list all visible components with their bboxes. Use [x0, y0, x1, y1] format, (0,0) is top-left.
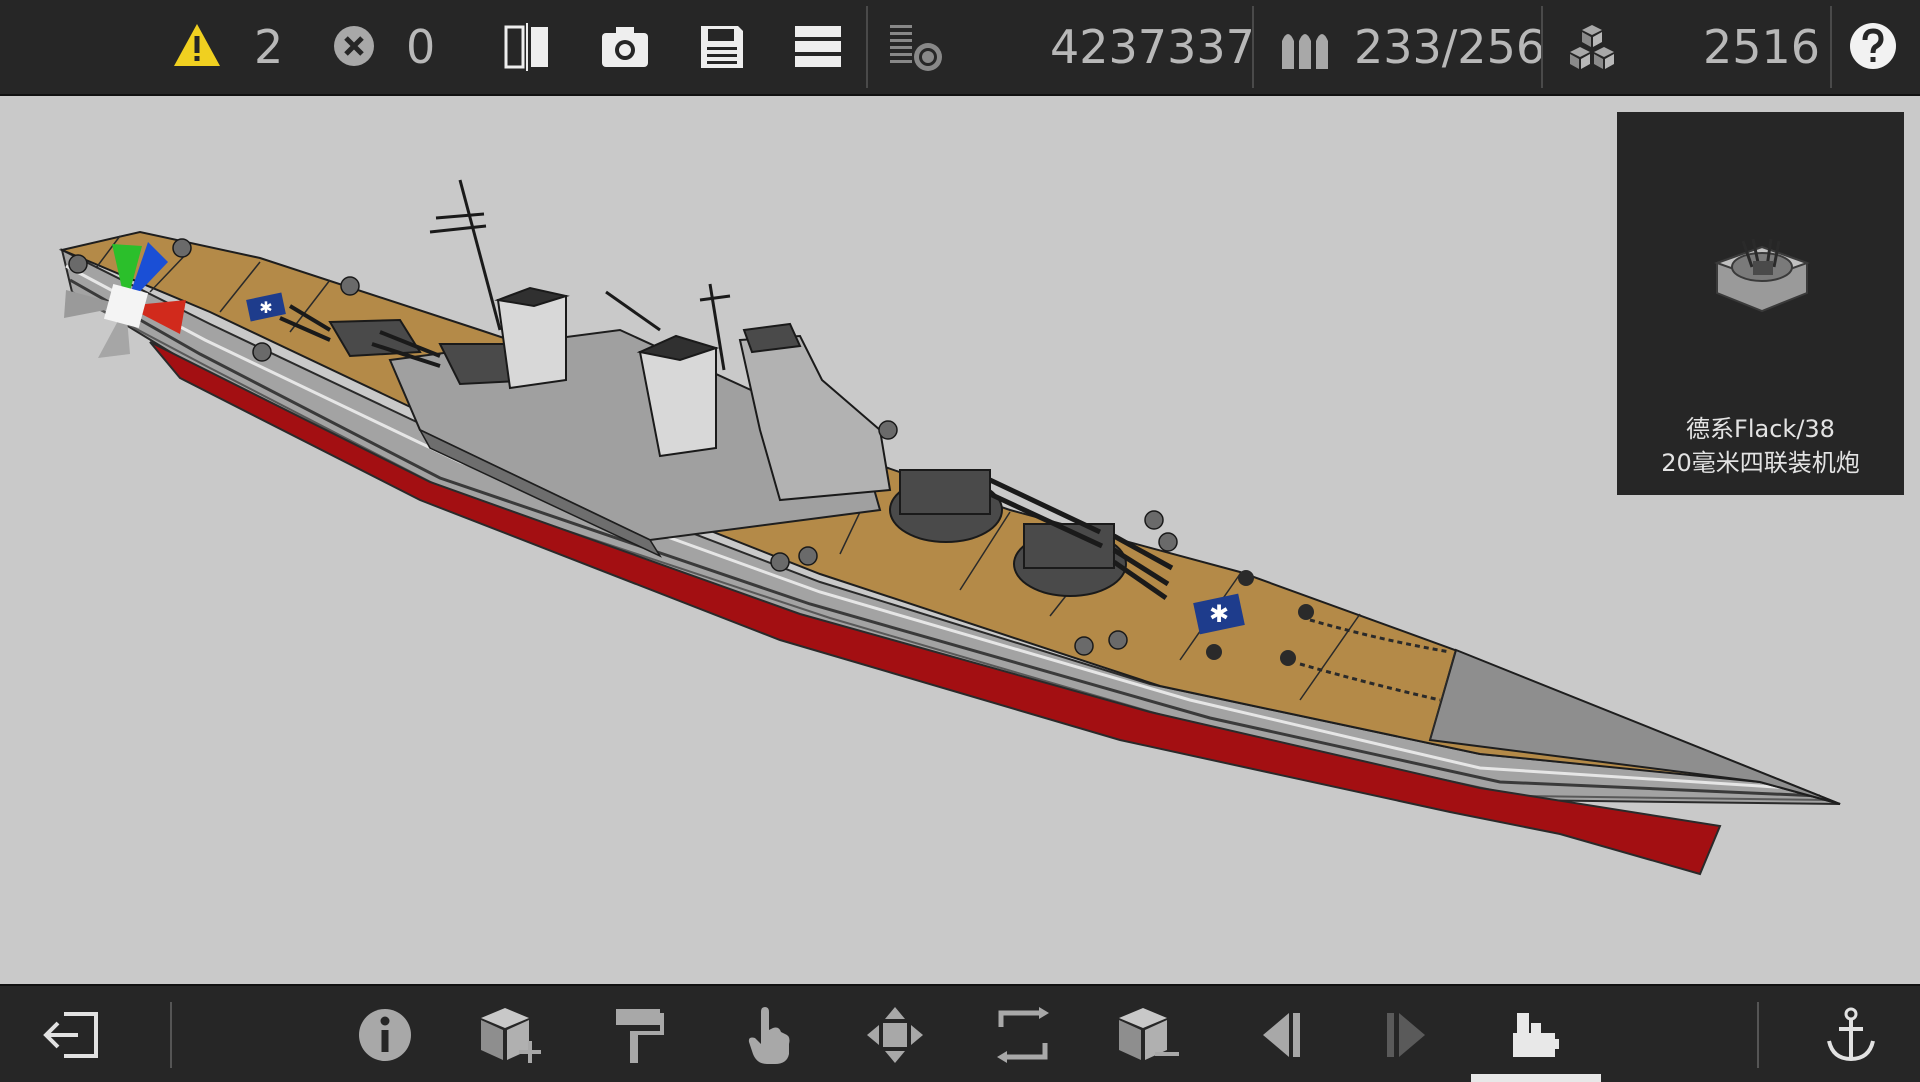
paint-icon[interactable] [604, 1000, 674, 1070]
next-icon[interactable] [1372, 1000, 1442, 1070]
svg-text:✱: ✱ [259, 298, 272, 317]
active-tool-indicator [1471, 1074, 1601, 1082]
save-icon[interactable] [698, 23, 746, 71]
prev-icon[interactable] [1246, 1000, 1316, 1070]
blocks-value: 2516 [1703, 20, 1821, 74]
move-icon[interactable] [860, 1000, 930, 1070]
top-toolbar: 2 0 4237337 233/256 2516 [0, 0, 1920, 96]
bottom-toolbar [0, 984, 1920, 1082]
part-name-line1: 德系Flack/38 [1686, 415, 1835, 443]
warning-icon[interactable] [172, 22, 222, 68]
add-block-icon[interactable] [476, 1000, 546, 1070]
error-x-icon[interactable] [333, 25, 375, 67]
separator [1541, 6, 1543, 88]
svg-text:✱: ✱ [1209, 600, 1229, 628]
aa-gun-turret-icon [1714, 238, 1810, 313]
rotate-icon[interactable] [988, 1000, 1058, 1070]
select-hand-icon[interactable] [734, 1000, 804, 1070]
separator [1252, 6, 1254, 88]
ammo-value: 233/256 [1354, 20, 1546, 74]
separator [1757, 1002, 1759, 1068]
anchor-icon[interactable] [1816, 1000, 1886, 1070]
camera-icon[interactable] [600, 25, 650, 69]
cost-value: 4237337 [1050, 20, 1255, 74]
help-icon[interactable] [1849, 22, 1897, 70]
separator [1830, 6, 1832, 88]
blocks-icon [1566, 23, 1618, 73]
selected-part-name: 德系Flack/38 20毫米四联装机炮 [1617, 412, 1904, 480]
model-viewport[interactable]: ✱ ✱ 德系Flack/38 20毫米四联装机炮 [0, 96, 1920, 984]
error-count: 0 [406, 20, 436, 74]
warning-count: 2 [254, 20, 284, 74]
remove-block-icon[interactable] [1114, 1000, 1184, 1070]
exit-icon[interactable] [36, 1000, 106, 1070]
menu-icon[interactable] [794, 23, 842, 71]
selected-part-panel: 德系Flack/38 20毫米四联装机炮 [1617, 112, 1904, 495]
mirror-icon[interactable] [503, 23, 551, 71]
layers-icon[interactable] [888, 23, 944, 73]
separator [866, 6, 868, 88]
separator [170, 1002, 172, 1068]
part-name-line2: 20毫米四联装机炮 [1661, 449, 1860, 477]
parts-icon[interactable] [1500, 1000, 1570, 1070]
axis-gizmo-icon[interactable] [56, 236, 196, 366]
info-icon[interactable] [350, 1000, 420, 1070]
ammo-icon [1280, 25, 1332, 71]
